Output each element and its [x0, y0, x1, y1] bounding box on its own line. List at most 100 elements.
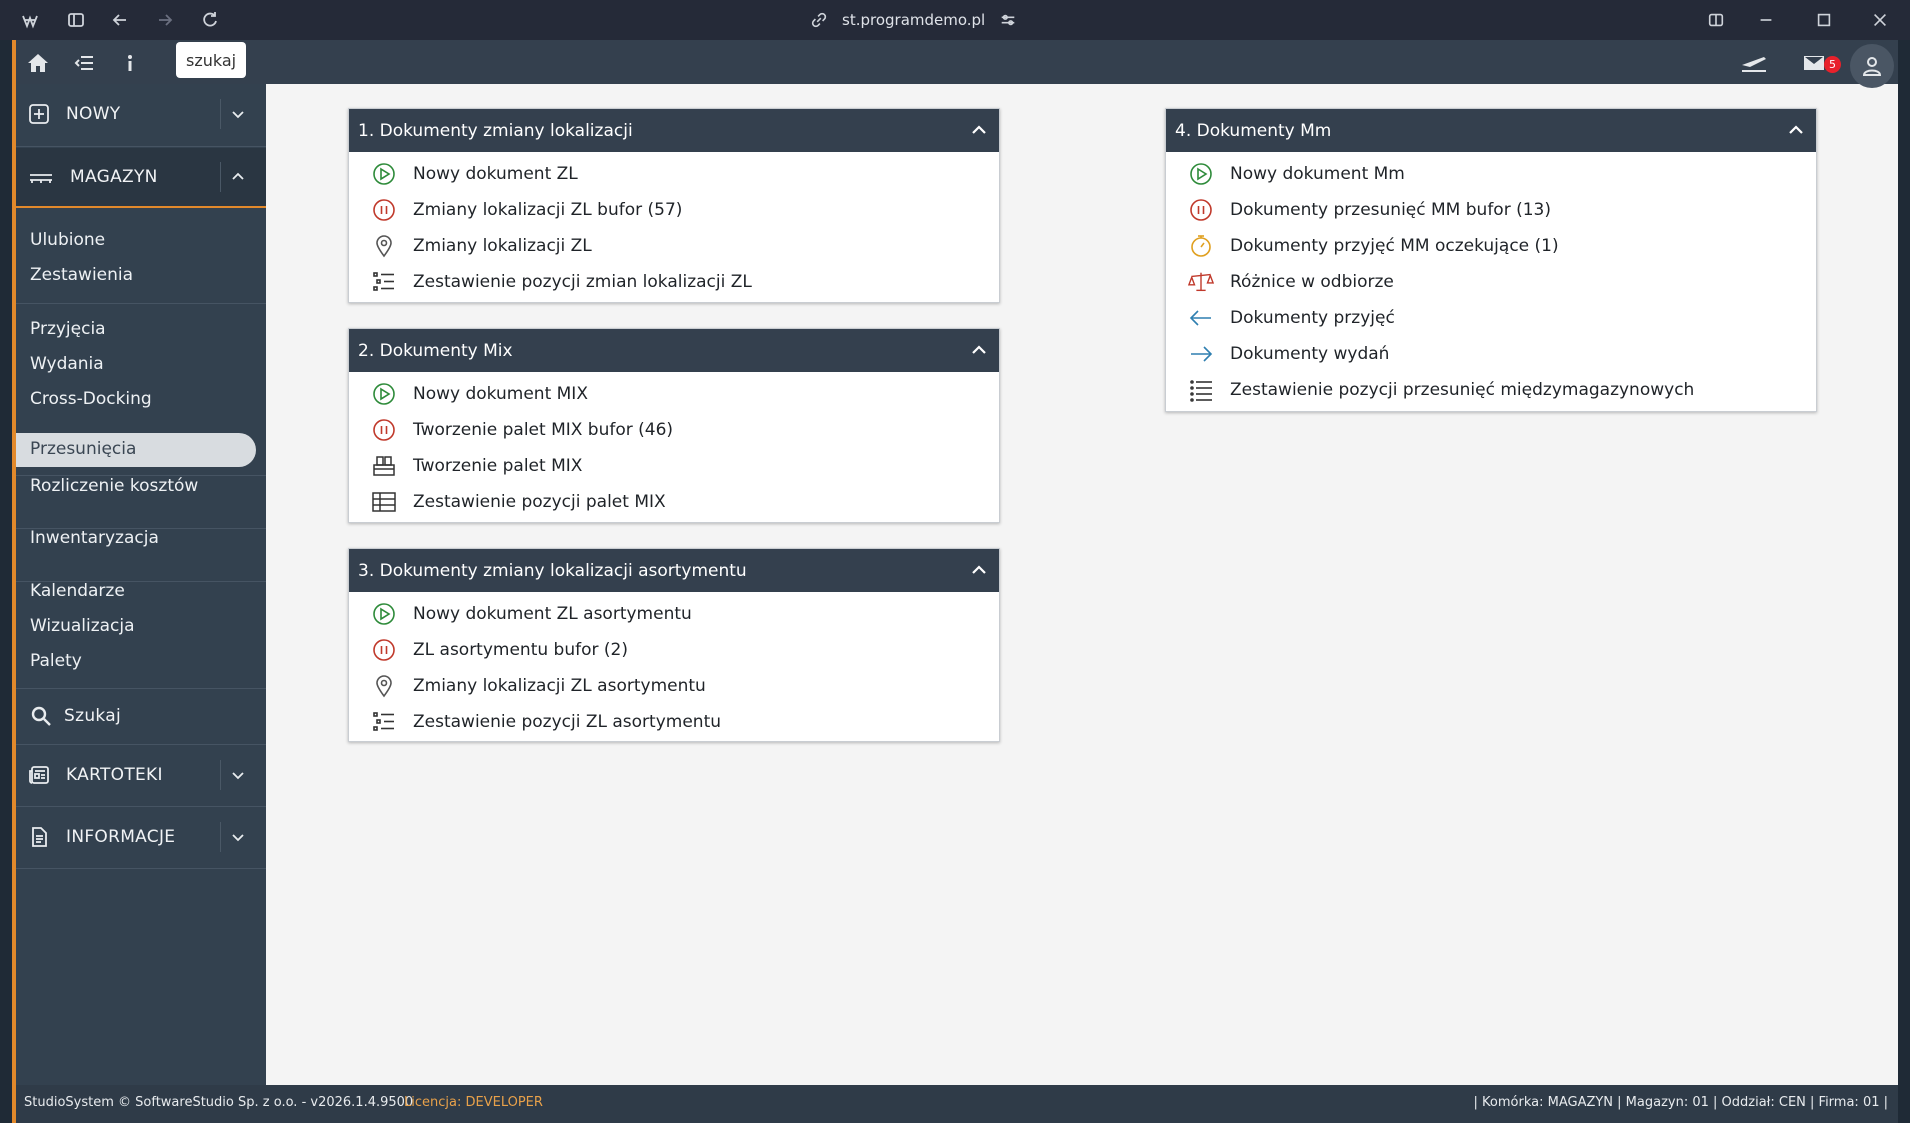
- list-item[interactable]: Nowy dokument Mm: [1166, 156, 1816, 192]
- play-circle-icon: [371, 161, 397, 187]
- panel-header[interactable]: 2. Dokumenty Mix: [349, 329, 999, 372]
- list-item[interactable]: Zestawienie pozycji ZL asortymentu: [349, 704, 999, 740]
- list-item[interactable]: Zmiany lokalizacji ZL: [349, 228, 999, 264]
- browser-logo-icon[interactable]: [18, 8, 42, 32]
- sidebar-item-wizualizacja[interactable]: Wizualizacja: [30, 616, 135, 636]
- list-item[interactable]: Dokumenty wydań: [1166, 336, 1816, 372]
- list-item-label: Dokumenty przesunięć MM bufor (13): [1230, 200, 1551, 220]
- divider: [16, 303, 266, 304]
- panel-title: 2. Dokumenty Mix: [358, 340, 513, 361]
- list-item[interactable]: Zestawienie pozycji przesunięć międzymag…: [1166, 372, 1816, 408]
- panel-header[interactable]: 4. Dokumenty Mm: [1166, 109, 1816, 152]
- back-icon[interactable]: [108, 8, 132, 32]
- list-item[interactable]: Zestawienie pozycji palet MIX: [349, 484, 999, 520]
- list-item[interactable]: Nowy dokument ZL: [349, 156, 999, 192]
- list-item-label: Zmiany lokalizacji ZL bufor (57): [413, 200, 683, 220]
- license-label: Licencja:: [404, 1095, 462, 1110]
- site-settings-icon[interactable]: [999, 11, 1017, 29]
- list-tree-icon: [371, 709, 397, 735]
- sidebar-item-inwentaryzacja[interactable]: Inwentaryzacja: [30, 528, 159, 548]
- info-icon[interactable]: [116, 49, 144, 77]
- list-item-label: Zmiany lokalizacji ZL asortymentu: [413, 676, 706, 696]
- sidebar-item-kalendarze[interactable]: Kalendarze: [30, 581, 125, 601]
- link-icon: [811, 12, 827, 28]
- stopwatch-icon: [1188, 233, 1214, 259]
- sidebar-item-ulubione[interactable]: Ulubione: [30, 230, 105, 250]
- sidebar-item-rozliczenie-kosztow[interactable]: Rozliczenie kosztów: [30, 476, 198, 496]
- divider: [16, 146, 266, 147]
- sidebar-item-label: Szukaj: [64, 706, 121, 726]
- sidebar-section-label: NOWY: [66, 104, 121, 124]
- list-item-label: Nowy dokument MIX: [413, 384, 588, 404]
- chevron-up-icon[interactable]: [967, 338, 991, 362]
- list-item[interactable]: Dokumenty przyjęć: [1166, 300, 1816, 336]
- panel-header[interactable]: 1. Dokumenty zmiany lokalizacji: [349, 109, 999, 152]
- list-item[interactable]: Zmiany lokalizacji ZL bufor (57): [349, 192, 999, 228]
- chevron-up-icon[interactable]: [220, 162, 254, 192]
- home-icon[interactable]: [24, 49, 52, 77]
- list-item[interactable]: Nowy dokument ZL asortymentu: [349, 596, 999, 632]
- list-item-label: Nowy dokument ZL: [413, 164, 578, 184]
- browser-chrome: st.programdemo.pl: [0, 0, 1910, 40]
- sidebar-item-przyjecia[interactable]: Przyjęcia: [30, 319, 106, 339]
- sidebar-item-cross-docking[interactable]: Cross-Docking: [30, 389, 152, 409]
- arrow-right-icon: [1188, 341, 1214, 367]
- play-circle-icon: [1188, 161, 1214, 187]
- sidebar-section-label: INFORMACJE: [66, 827, 176, 847]
- list-item[interactable]: Tworzenie palet MIX: [349, 448, 999, 484]
- location-pin-icon: [371, 233, 397, 259]
- minimize-icon[interactable]: [1754, 8, 1778, 32]
- user-avatar[interactable]: [1850, 44, 1894, 88]
- sidebar-section-informacje[interactable]: INFORMACJE: [16, 807, 266, 867]
- forward-icon[interactable]: [153, 8, 177, 32]
- close-window-icon[interactable]: [1868, 8, 1892, 32]
- sidebar-section-kartoteki[interactable]: KARTOTEKI: [16, 745, 266, 805]
- list-tree-icon: [371, 269, 397, 295]
- chevron-down-icon[interactable]: [220, 760, 254, 790]
- sidebar-item-wydania[interactable]: Wydania: [30, 354, 104, 374]
- chevron-down-icon[interactable]: [220, 822, 254, 852]
- app-topbar: szukaj 5: [16, 40, 1898, 88]
- list-item-label: Dokumenty wydań: [1230, 344, 1390, 364]
- chevron-down-icon[interactable]: [220, 99, 254, 129]
- list-item-label: Nowy dokument ZL asortymentu: [413, 604, 692, 624]
- sidebar-item-przesuniecia[interactable]: Przesunięcia: [16, 433, 256, 467]
- list-item[interactable]: Nowy dokument MIX: [349, 376, 999, 412]
- footer-license: Licencja: DEVELOPER: [404, 1095, 543, 1110]
- sidebar-item-zestawienia[interactable]: Zestawienia: [30, 265, 133, 285]
- search-chip[interactable]: szukaj: [176, 42, 247, 78]
- list-item[interactable]: Dokumenty przyjęć MM oczekujące (1): [1166, 228, 1816, 264]
- chevron-up-icon[interactable]: [967, 558, 991, 582]
- boxes-icon: [371, 453, 397, 479]
- plane-icon[interactable]: [1740, 49, 1768, 77]
- chevron-up-icon[interactable]: [1784, 118, 1808, 142]
- list-item[interactable]: Dokumenty przesunięć MM bufor (13): [1166, 192, 1816, 228]
- sidebar-item-szukaj[interactable]: Szukaj: [16, 689, 266, 743]
- pause-circle-icon: [371, 197, 397, 223]
- reload-icon[interactable]: [198, 8, 222, 32]
- list-item[interactable]: Zestawienie pozycji zmian lokalizacji ZL: [349, 264, 999, 300]
- address-bar[interactable]: st.programdemo.pl: [810, 8, 1017, 32]
- maximize-icon[interactable]: [1812, 8, 1836, 32]
- chevron-up-icon[interactable]: [967, 118, 991, 142]
- panel-title: 1. Dokumenty zmiany lokalizacji: [358, 120, 633, 141]
- pause-circle-icon: [371, 637, 397, 663]
- mail-count-badge: 5: [1824, 56, 1841, 73]
- list-item[interactable]: ZL asortymentu bufor (2): [349, 632, 999, 668]
- menu-collapse-icon[interactable]: [70, 49, 98, 77]
- pause-circle-icon: [1188, 197, 1214, 223]
- sidebar-section-nowy[interactable]: NOWY: [16, 84, 266, 144]
- pause-circle-icon: [371, 417, 397, 443]
- list-item[interactable]: Tworzenie palet MIX bufor (46): [349, 412, 999, 448]
- list-item[interactable]: Różnice w odbiorze: [1166, 264, 1816, 300]
- sidebar-toggle-icon[interactable]: [64, 8, 88, 32]
- panel-header[interactable]: 3. Dokumenty zmiany lokalizacji asortyme…: [349, 549, 999, 592]
- list-item[interactable]: Zmiany lokalizacji ZL asortymentu: [349, 668, 999, 704]
- split-view-icon[interactable]: [1704, 8, 1728, 32]
- list-item-label: Dokumenty przyjęć: [1230, 308, 1395, 328]
- plus-square-icon: [29, 104, 49, 124]
- sidebar-section-label: KARTOTEKI: [66, 765, 163, 785]
- list-item-label: Zestawienie pozycji przesunięć międzymag…: [1230, 380, 1695, 400]
- sidebar-item-palety[interactable]: Palety: [30, 651, 82, 671]
- sidebar-section-magazyn[interactable]: MAGAZYN: [16, 148, 266, 208]
